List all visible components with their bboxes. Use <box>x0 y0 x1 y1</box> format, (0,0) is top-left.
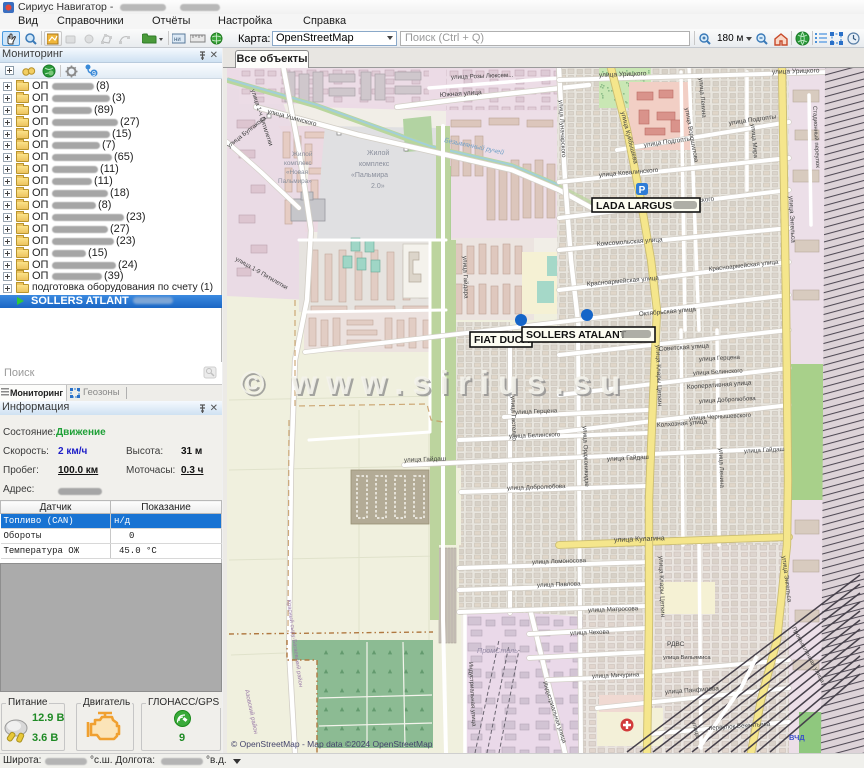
svg-text:2.0»: 2.0» <box>371 183 385 190</box>
svg-text:РДВС: РДВС <box>667 641 685 648</box>
svg-text:улица Гайдаш: улица Гайдаш <box>404 455 446 464</box>
svg-text:Жилой: Жилой <box>367 149 389 157</box>
svg-text:ни: ни <box>174 37 181 43</box>
svg-text:улица Герцена: улица Герцена <box>515 408 558 416</box>
svg-text:улица Чехова: улица Чехова <box>570 629 610 637</box>
svg-text:улица Вильямиса: улица Вильямиса <box>663 655 711 661</box>
svg-text:«Новая: «Новая <box>286 169 309 176</box>
svg-text:ВЧД: ВЧД <box>789 733 805 742</box>
svg-text:9: 9 <box>92 71 96 78</box>
svg-text:SOLLERS ATALANT: SOLLERS ATALANT <box>526 329 627 341</box>
svg-text:P: P <box>639 185 646 196</box>
svg-text:Пальмира»: Пальмира» <box>278 178 312 185</box>
svg-text:© OpenStreetMap - Map data ©20: © OpenStreetMap - Map data ©2024 OpenStr… <box>231 739 433 749</box>
svg-text:комплекс: комплекс <box>284 160 312 167</box>
svg-text:комплекс: комплекс <box>359 161 390 168</box>
svg-text:© www.sirius.su: © www.sirius.su <box>240 364 629 401</box>
svg-text:улица Ленина: улица Ленина <box>717 448 725 489</box>
svg-text:Жилой: Жилой <box>292 150 313 158</box>
svg-text:ПромСталь: ПромСталь <box>477 646 518 655</box>
svg-text:LADA LARGUS: LADA LARGUS <box>596 200 672 212</box>
svg-text:«Пальмира: «Пальмира <box>351 172 388 179</box>
